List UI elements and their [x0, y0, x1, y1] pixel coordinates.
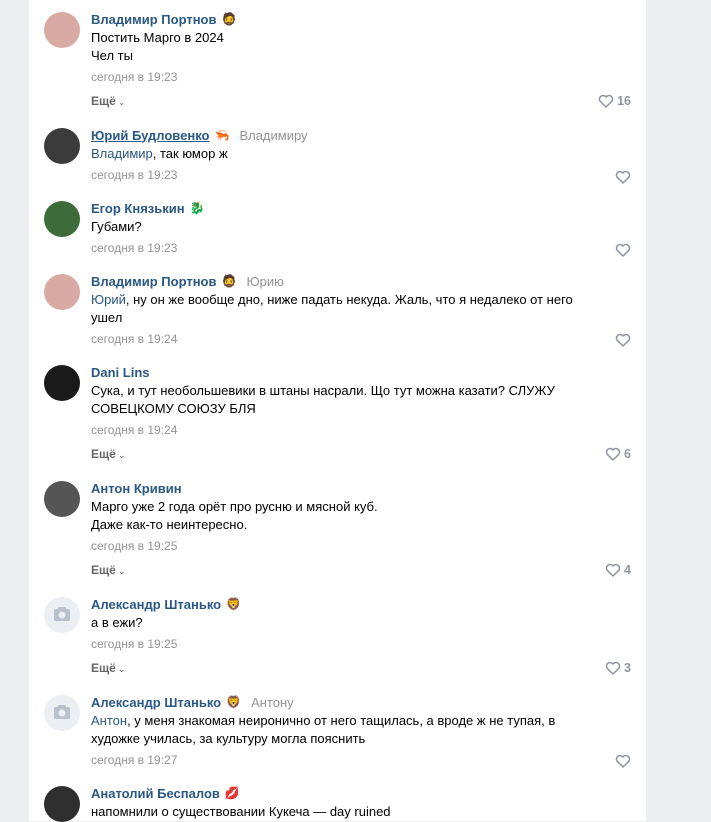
mention-link[interactable]: Владимир: [91, 146, 153, 161]
comment-text-line: Чел ты: [91, 48, 133, 63]
author-emoji-icon: 🦐: [214, 128, 230, 142]
like-count: 4: [624, 563, 631, 577]
comment-text: Юрий, ну он же вообще дно, ниже падать н…: [91, 291, 631, 327]
comment-date[interactable]: сегодня в 19:25: [91, 539, 631, 555]
comment-text-line: Сука, и тут необольшевики в штаны насрал…: [91, 383, 555, 398]
avatar[interactable]: [44, 274, 80, 310]
avatar[interactable]: [44, 201, 80, 237]
reply-to-link[interactable]: Владимиру: [239, 128, 307, 143]
more-button[interactable]: Ещё ⌄: [91, 661, 125, 675]
chevron-down-icon: ⌄: [117, 566, 126, 576]
mention-link[interactable]: Антон: [91, 713, 127, 728]
comment-author[interactable]: Александр Штанько: [91, 597, 221, 612]
heart-icon: [598, 94, 614, 108]
like-button[interactable]: 3: [605, 661, 631, 675]
comment-date[interactable]: сегодня в 19:23: [91, 241, 631, 257]
comment-text-line: Постить Марго в 2024: [91, 30, 224, 45]
comment-text: Постить Марго в 2024 Чел ты: [91, 29, 631, 65]
comment-text: напомнили о существовании Кукеча — day r…: [91, 804, 391, 819]
comment-author[interactable]: Егор Князькин: [91, 201, 185, 216]
comment-author[interactable]: Антон Кривин: [91, 481, 182, 496]
comment-date[interactable]: сегодня в 19:24: [91, 332, 631, 348]
like-button[interactable]: 6: [605, 447, 631, 461]
comment-text: а в ежи?: [91, 615, 143, 630]
author-emoji-icon: 🦁: [226, 597, 242, 611]
comment-date[interactable]: сегодня в 19:27: [91, 753, 631, 769]
comment-text-line: ушел: [91, 310, 123, 325]
comment-author[interactable]: Александр Штанько: [91, 695, 221, 710]
like-count: 16: [617, 94, 631, 108]
comment-text: Губами?: [91, 219, 142, 234]
comment-date[interactable]: сегодня в 19:23: [91, 168, 631, 184]
comment-date[interactable]: сегодня в 19:25: [91, 637, 631, 653]
author-emoji-icon: 🦁: [226, 695, 242, 709]
like-button[interactable]: [615, 170, 631, 184]
comment-author[interactable]: Владимир Портнов: [91, 274, 217, 289]
comments-panel: Владимир Портнов 🧔 Постить Марго в 2024 …: [29, 0, 646, 822]
heart-icon: [605, 661, 621, 675]
comment-date[interactable]: сегодня в 19:24: [91, 423, 631, 439]
comment-author[interactable]: Анатолий Беспалов: [91, 786, 220, 801]
avatar[interactable]: [44, 597, 80, 633]
more-button[interactable]: Ещё ⌄: [91, 94, 125, 108]
author-emoji-icon: 💋: [224, 786, 240, 800]
comment-text: Марго уже 2 года орёт про русню и мясной…: [91, 498, 631, 534]
heart-icon: [605, 563, 621, 577]
like-button[interactable]: [615, 243, 631, 257]
avatar[interactable]: [44, 128, 80, 164]
like-count: 6: [624, 447, 631, 461]
comment-text-line: Марго уже 2 года орёт про русню и мясной…: [91, 499, 378, 514]
comment-author[interactable]: Владимир Портнов: [91, 12, 217, 27]
chevron-down-icon: ⌄: [117, 97, 126, 107]
comment-author[interactable]: Юрий Будловенко: [91, 128, 209, 143]
comment-text: Сука, и тут необольшевики в штаны насрал…: [91, 382, 631, 418]
comment-text-line: Даже как-то неинтересно.: [91, 517, 248, 532]
mention-link[interactable]: Юрий: [91, 292, 126, 307]
comment-text: Владимир, так юмор ж: [91, 146, 228, 161]
like-button[interactable]: 16: [598, 94, 631, 108]
more-button[interactable]: Ещё ⌄: [91, 447, 125, 461]
avatar[interactable]: [44, 12, 80, 48]
reply-to-link[interactable]: Антону: [251, 695, 294, 710]
author-emoji-icon: 🧔: [221, 274, 237, 288]
more-button[interactable]: Ещё ⌄: [91, 563, 125, 577]
avatar[interactable]: [44, 695, 80, 731]
avatar[interactable]: [44, 786, 80, 822]
like-count: 3: [624, 661, 631, 675]
comment-text-line: художке училась, за культуру могла поясн…: [91, 731, 366, 746]
reply-to-link[interactable]: Юрию: [246, 274, 283, 289]
heart-icon: [615, 754, 631, 768]
chevron-down-icon: ⌄: [117, 664, 126, 674]
chevron-down-icon: ⌄: [117, 450, 126, 460]
comment-date[interactable]: сегодня в 19:23: [91, 70, 631, 86]
author-emoji-icon: 🧔: [221, 12, 237, 26]
comment-text: Антон, у меня знакомая неиронично от нег…: [91, 712, 631, 748]
author-emoji-icon: 🐉: [189, 201, 205, 215]
like-button[interactable]: 4: [605, 563, 631, 577]
comment-text-line: СОВЕЦКОМУ СОЮЗУ БЛЯ: [91, 401, 256, 416]
heart-icon: [615, 333, 631, 347]
camera-icon: [54, 607, 70, 621]
comment-author[interactable]: Dani Lins: [91, 365, 150, 380]
like-button[interactable]: [615, 333, 631, 347]
avatar[interactable]: [44, 365, 80, 401]
heart-icon: [605, 447, 621, 461]
heart-icon: [615, 170, 631, 184]
avatar[interactable]: [44, 481, 80, 517]
like-button[interactable]: [615, 754, 631, 768]
camera-icon: [54, 705, 70, 719]
heart-icon: [615, 243, 631, 257]
